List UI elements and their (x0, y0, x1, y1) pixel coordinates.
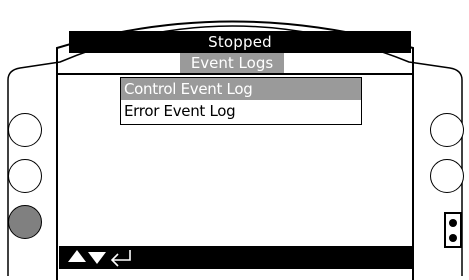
left-button-bottom[interactable] (8, 205, 42, 239)
title-divider (57, 73, 413, 75)
menu-item-error-event-log[interactable]: Error Event Log (121, 100, 361, 122)
event-log-menu: Control Event Log Error Event Log (120, 77, 362, 125)
indicator-dot-top (449, 219, 457, 227)
menu-item-control-event-log[interactable]: Control Event Log (121, 78, 361, 100)
right-button-middle[interactable] (430, 159, 464, 193)
right-button-top[interactable] (430, 113, 464, 147)
status-bar: Stopped (69, 31, 411, 53)
menu-title: Event Logs (180, 53, 284, 73)
left-button-top[interactable] (8, 113, 42, 147)
indicator-dot-bottom (449, 234, 457, 242)
down-arrow-icon[interactable] (88, 252, 106, 264)
indicator-icon (444, 212, 462, 248)
enter-arrow-icon[interactable] (108, 248, 134, 268)
left-button-middle[interactable] (8, 159, 42, 193)
up-arrow-icon[interactable] (68, 250, 86, 262)
device-panel: Stopped Event Logs Control Event Log Err… (0, 0, 469, 280)
